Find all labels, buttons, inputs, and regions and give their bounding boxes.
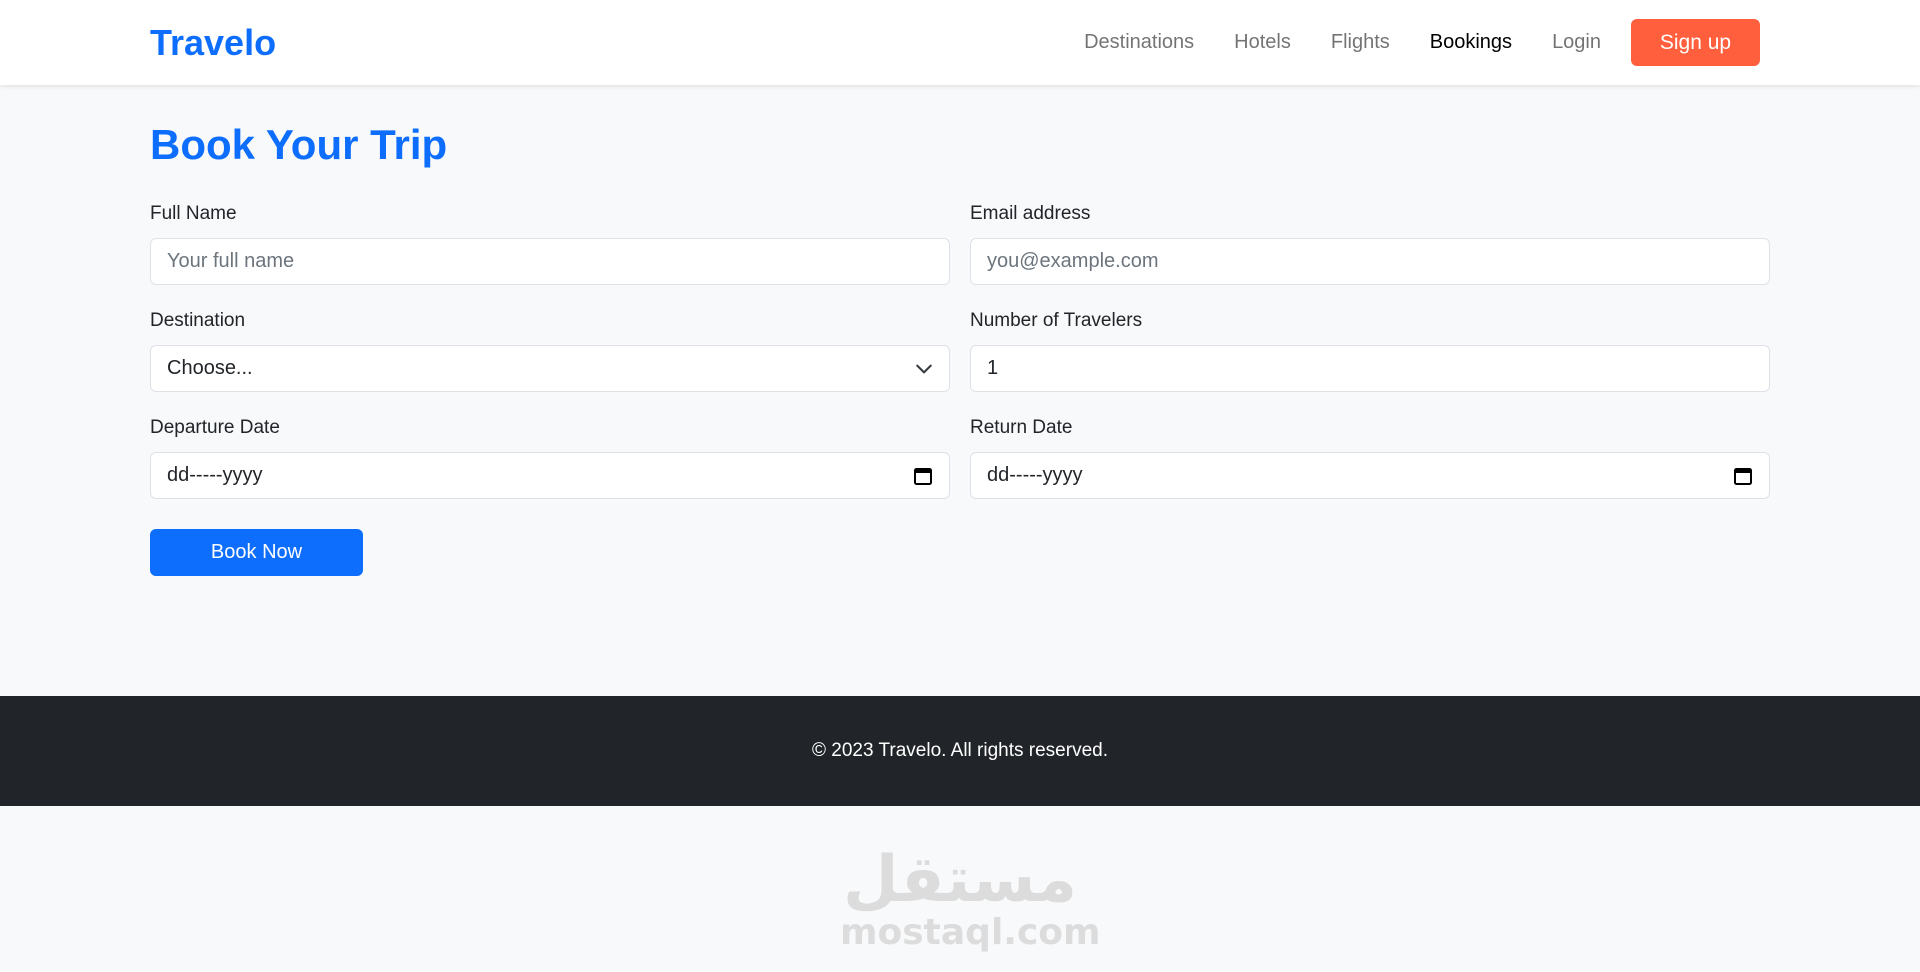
nav-links: Destinations Hotels Flights Bookings Log…	[1044, 19, 1760, 66]
travelers-input[interactable]	[987, 357, 1753, 380]
return-label: Return Date	[970, 417, 1073, 438]
navbar: Travelo Destinations Hotels Flights Book…	[0, 0, 1920, 85]
email-input[interactable]	[987, 250, 1753, 273]
footer-copyright: © 2023 Travelo. All rights reserved.	[812, 740, 1108, 761]
book-now-button[interactable]: Book Now	[150, 529, 363, 576]
page-title: Book Your Trip	[150, 121, 448, 168]
full-name-input[interactable]	[167, 250, 933, 273]
brand-logo[interactable]: Travelo	[150, 20, 276, 66]
travelers-label: Number of Travelers	[970, 310, 1143, 331]
departure-date-input[interactable]: dd-----yyyy	[150, 452, 950, 499]
departure-date-value: dd-----yyyy	[167, 464, 263, 486]
full-name-label: Full Name	[150, 203, 237, 224]
nav-link-hotels[interactable]: Hotels	[1234, 31, 1291, 54]
watermark-latin: mostaql.com	[840, 912, 1101, 953]
return-date-input[interactable]: dd-----yyyy	[970, 452, 1770, 499]
email-field-box	[970, 238, 1770, 285]
full-name-field-box	[150, 238, 950, 285]
return-date-value: dd-----yyyy	[987, 464, 1083, 486]
nav-link-bookings[interactable]: Bookings	[1430, 31, 1512, 54]
travelers-group: Number of Travelers	[970, 309, 1770, 392]
watermark-logo: مستقل mostaql.com	[840, 843, 1101, 955]
nav-link-flights[interactable]: Flights	[1331, 31, 1390, 54]
full-name-group: Full Name	[150, 202, 950, 285]
email-group: Email address	[970, 202, 1770, 285]
watermark-arabic: مستقل	[842, 843, 1078, 917]
destination-select[interactable]: Choose...	[150, 345, 950, 392]
nav-link-login[interactable]: Login	[1552, 31, 1601, 54]
travelers-field-box	[970, 345, 1770, 392]
nav-link-destinations[interactable]: Destinations	[1084, 31, 1194, 54]
return-group: Return Date dd-----yyyy	[970, 416, 1770, 499]
departure-group: Departure Date dd-----yyyy	[150, 416, 950, 499]
footer: © 2023 Travelo. All rights reserved.	[0, 696, 1920, 806]
destination-group: Destination Choose...	[150, 309, 950, 392]
chevron-down-icon	[916, 364, 932, 374]
calendar-icon[interactable]	[1733, 466, 1753, 486]
signup-button[interactable]: Sign up	[1631, 19, 1760, 66]
departure-label: Departure Date	[150, 417, 280, 438]
calendar-icon[interactable]	[913, 466, 933, 486]
destination-label: Destination	[150, 310, 246, 331]
destination-selected-value: Choose...	[167, 357, 253, 379]
email-label: Email address	[970, 203, 1091, 224]
